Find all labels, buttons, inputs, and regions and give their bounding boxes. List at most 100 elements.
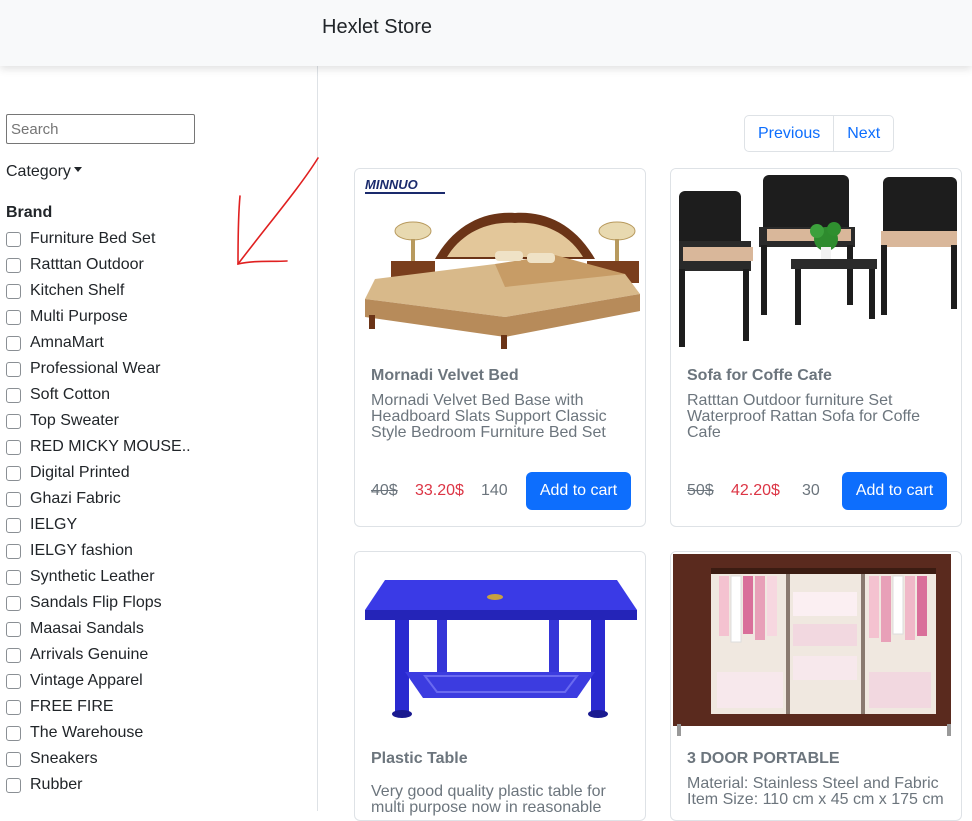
price-row: 50$ 42.20$ 30 Add to cart (687, 472, 947, 510)
product-image[interactable] (671, 552, 961, 742)
description-line: multi purpose now in reasonable (371, 799, 602, 816)
brand-label: Sneakers (30, 750, 98, 767)
brand-item[interactable]: Rubber (6, 772, 306, 798)
description-line: Item Size: 110 cm x 45 cm x 175 cm (687, 791, 944, 808)
navbar: Hexlet Store (0, 0, 972, 66)
brand-label: Multi Purpose (30, 308, 128, 325)
product-image[interactable] (671, 169, 961, 359)
brand-label: Furniture Bed Set (30, 230, 156, 247)
description-line: Waterproof Rattan Sofa for Coffe (687, 408, 921, 425)
brand-item[interactable]: Top Sweater (6, 408, 306, 434)
brand-checkbox[interactable] (6, 595, 21, 611)
brand-label: Vintage Apparel (30, 672, 143, 689)
table-image-icon (355, 552, 645, 742)
search-input[interactable] (6, 114, 195, 144)
brand-label: RED MICKY MOUSE.. (30, 438, 191, 455)
brand-checkbox[interactable] (6, 699, 21, 715)
brand-checkbox[interactable] (6, 491, 21, 507)
product-description: Ratttan Outdoor furniture Set Waterproof… (687, 393, 949, 441)
brand-checkbox[interactable] (6, 725, 21, 741)
red-arrow-annotation-icon (237, 157, 319, 266)
brand-item[interactable]: Vintage Apparel (6, 668, 306, 694)
brand-label: Synthetic Leather (30, 568, 155, 585)
brand-item[interactable]: Maasai Sandals (6, 616, 306, 642)
add-to-cart-button[interactable]: Add to cart (842, 472, 947, 510)
brand-label: Top Sweater (30, 412, 119, 429)
brand-item[interactable]: Sneakers (6, 746, 306, 772)
brand-item[interactable]: Arrivals Genuine (6, 642, 306, 668)
brand-item[interactable]: Multi Purpose (6, 304, 306, 330)
brand-item[interactable]: Sandals Flip Flops (6, 590, 306, 616)
next-page-button[interactable]: Next (833, 116, 893, 151)
brand-label: Professional Wear (30, 360, 161, 377)
product-image[interactable] (355, 552, 645, 742)
brand-item[interactable]: AmnaMart (6, 330, 306, 356)
brand-checkbox[interactable] (6, 387, 21, 403)
product-card: Plastic Table Very good quality plastic … (354, 551, 646, 821)
brand-label: AmnaMart (30, 334, 104, 351)
brand-checkbox[interactable] (6, 309, 21, 325)
brand-label: Rubber (30, 776, 83, 793)
product-title[interactable]: Mornadi Velvet Bed (371, 367, 519, 385)
product-image[interactable]: MINNUO (355, 169, 645, 359)
brand-heading: Brand (6, 204, 53, 221)
brand-item[interactable]: Digital Printed (6, 460, 306, 486)
product-title[interactable]: Sofa for Coffe Cafe (687, 367, 832, 385)
store-title[interactable]: Hexlet Store (322, 16, 432, 39)
bed-image-icon: MINNUO (355, 169, 645, 359)
old-price: 50$ (687, 482, 714, 499)
brand-item[interactable]: FREE FIRE (6, 694, 306, 720)
brand-checkbox[interactable] (6, 777, 21, 793)
brand-item[interactable]: Synthetic Leather (6, 564, 306, 590)
price-row: 40$ 33.20$ 140 Add to cart (371, 472, 631, 510)
brand-label: The Warehouse (30, 724, 144, 741)
brand-checkbox[interactable] (6, 257, 21, 273)
brand-checkbox[interactable] (6, 647, 21, 663)
previous-page-button[interactable]: Previous (745, 116, 833, 151)
category-label: Category (6, 163, 71, 180)
product-title[interactable]: Plastic Table (371, 750, 468, 768)
brand-checkbox[interactable] (6, 439, 21, 455)
brand-checkbox[interactable] (6, 335, 21, 351)
brand-label: IELGY (30, 516, 78, 533)
brand-item[interactable]: Professional Wear (6, 356, 306, 382)
sofa-image-icon (671, 169, 961, 359)
product-card: 3 DOOR PORTABLE Material: Stainless Stee… (670, 551, 962, 821)
brand-checkbox[interactable] (6, 283, 21, 299)
brand-item[interactable]: Kitchen Shelf (6, 278, 306, 304)
brand-checkbox[interactable] (6, 673, 21, 689)
product-title[interactable]: 3 DOOR PORTABLE (687, 750, 840, 768)
sale-price: 42.20$ (731, 482, 780, 499)
brand-checkbox[interactable] (6, 465, 21, 481)
description-line: Material: Stainless Steel and Fabric (687, 775, 939, 792)
brand-label: Digital Printed (30, 464, 130, 481)
description-line: Mornadi Velvet Bed Base with (371, 392, 584, 409)
add-to-cart-button[interactable]: Add to cart (526, 472, 631, 510)
brand-checkbox[interactable] (6, 517, 21, 533)
brand-checkbox[interactable] (6, 413, 21, 429)
brand-checkbox[interactable] (6, 231, 21, 247)
description-line: Ratttan Outdoor furniture Set (687, 392, 893, 409)
brand-label: Sandals Flip Flops (30, 594, 162, 611)
brand-label: Ratttan Outdoor (30, 256, 144, 273)
brand-checkbox[interactable] (6, 569, 21, 585)
brand-item[interactable]: The Warehouse (6, 720, 306, 746)
brand-item[interactable]: RED MICKY MOUSE.. (6, 434, 306, 460)
brand-checkbox[interactable] (6, 751, 21, 767)
brand-label: Soft Cotton (30, 386, 111, 403)
product-card: MINNUO Mornadi Velvet Bed Mornadi Velvet… (354, 168, 646, 527)
brand-label: FREE FIRE (30, 698, 114, 715)
brand-checkbox[interactable] (6, 543, 21, 559)
brand-checkbox[interactable] (6, 621, 21, 637)
sale-price: 33.20$ (415, 482, 464, 499)
brand-item[interactable]: IELGY (6, 512, 306, 538)
brand-checkbox[interactable] (6, 361, 21, 377)
product-card: Sofa for Coffe Cafe Ratttan Outdoor furn… (670, 168, 962, 527)
wardrobe-image-icon (671, 552, 961, 742)
brand-item[interactable]: Ghazi Fabric (6, 486, 306, 512)
description-line: Very good quality plastic table for (371, 783, 606, 800)
brand-item[interactable]: Soft Cotton (6, 382, 306, 408)
brand-item[interactable]: IELGY fashion (6, 538, 306, 564)
category-dropdown[interactable]: Category (6, 163, 82, 181)
old-price: 40$ (371, 482, 398, 499)
